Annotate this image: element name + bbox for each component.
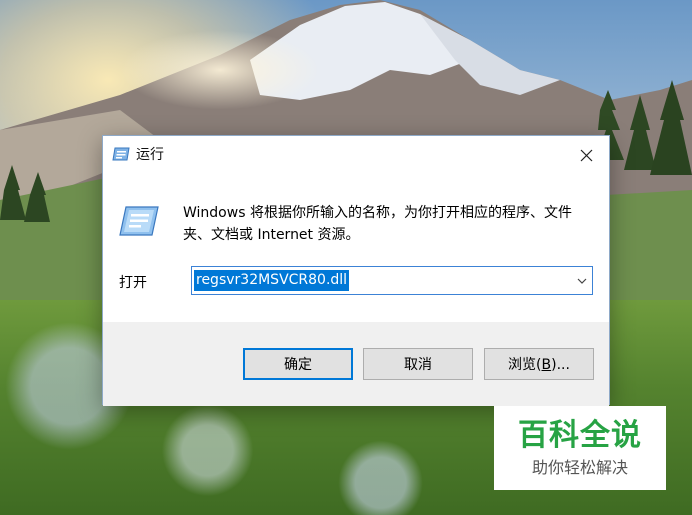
browse-button[interactable]: 浏览(B)... xyxy=(484,348,594,380)
open-combobox[interactable]: regsvr32MSVCR80.dll xyxy=(191,266,593,295)
dialog-description: Windows 将根据你所输入的名称，为你打开相应的程序、文件夹、文档或 Int… xyxy=(183,205,572,243)
browse-button-label: 浏览(B)... xyxy=(508,357,570,373)
watermark-logo: 百科全说 助你轻松解决 xyxy=(494,406,666,490)
button-area: 确定 取消 浏览(B)... xyxy=(103,322,609,406)
close-icon xyxy=(580,149,592,161)
run-icon xyxy=(112,147,130,161)
cloud xyxy=(120,30,320,110)
cancel-button[interactable]: 取消 xyxy=(363,348,473,380)
watermark-title: 百科全说 xyxy=(518,418,642,453)
watermark-subtitle: 助你轻松解决 xyxy=(531,458,628,477)
run-icon xyxy=(119,206,159,236)
run-dialog: 运行 Windows 将根据你所输入的名称，为你打开相应的程序、文件夹、文档或 … xyxy=(102,135,610,406)
close-button[interactable] xyxy=(563,136,609,174)
cancel-button-label: 取消 xyxy=(404,357,432,373)
dialog-title: 运行 xyxy=(136,147,164,163)
title-bar[interactable]: 运行 xyxy=(103,136,609,174)
open-input[interactable]: regsvr32MSVCR80.dll xyxy=(194,270,350,291)
chevron-down-icon[interactable] xyxy=(576,275,588,287)
ok-button-label: 确定 xyxy=(284,357,312,373)
ok-button[interactable]: 确定 xyxy=(243,348,353,380)
open-label: 打开 xyxy=(119,275,147,291)
